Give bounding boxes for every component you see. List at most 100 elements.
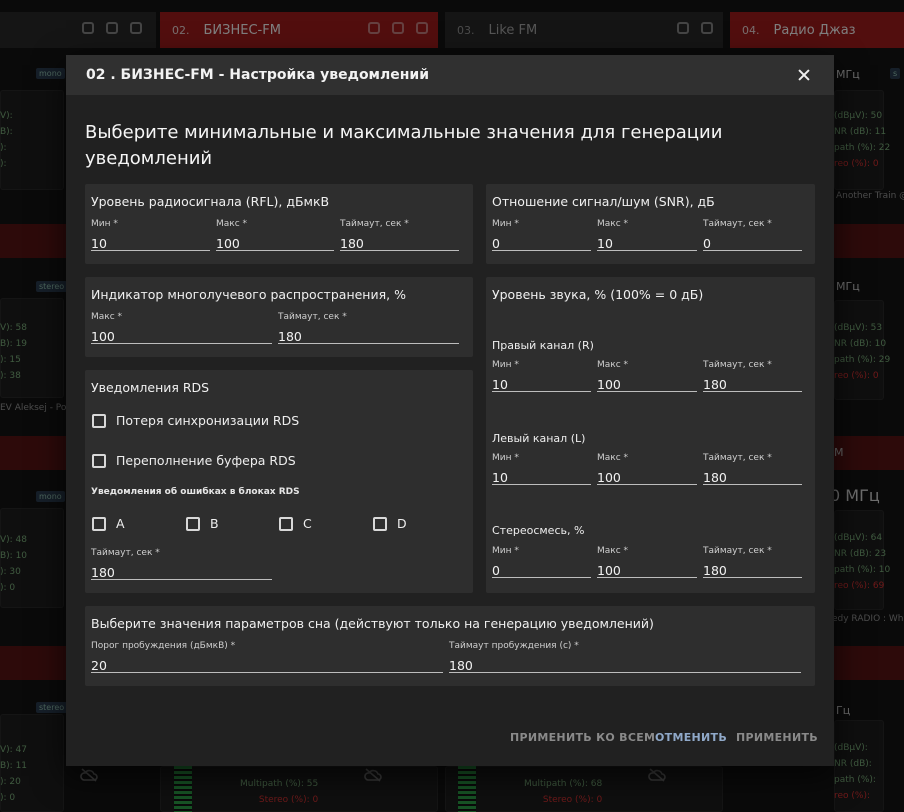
field-label: Таймаут, сек * xyxy=(703,546,772,556)
right-max-field[interactable]: Макс * 100 xyxy=(597,360,697,392)
rds-title: Уведомления RDS xyxy=(91,380,210,395)
checkbox-label: Переполнение буфера RDS xyxy=(116,453,296,468)
stereo-mix-title: Стереосмесь, % xyxy=(492,524,585,537)
field-label: Макс * xyxy=(216,219,248,229)
left-channel-title: Левый канал (L) xyxy=(492,432,586,445)
rfl-max-field[interactable]: Макс * 100 xyxy=(216,219,334,251)
checkbox-icon[interactable] xyxy=(92,453,106,468)
field-label: Таймаут пробуждения (с) * xyxy=(449,641,579,651)
field-label: Макс * xyxy=(597,453,629,463)
multipath-timeout-field[interactable]: Таймаут, сек * 180 xyxy=(278,312,459,344)
field-label: Мин * xyxy=(492,219,519,229)
multipath-max-field[interactable]: Макс * 100 xyxy=(91,312,272,344)
field-value[interactable]: 180 xyxy=(703,377,727,392)
snr-timeout-field[interactable]: Таймаут, сек * 0 xyxy=(703,219,802,251)
field-value[interactable]: 100 xyxy=(91,329,115,344)
rds-sync-loss-checkbox[interactable]: Потеря синхронизации RDS xyxy=(92,413,299,428)
field-value[interactable]: 100 xyxy=(216,236,240,251)
rfl-min-field[interactable]: Мин * 10 xyxy=(91,219,210,251)
field-label: Таймаут, сек * xyxy=(703,219,772,229)
field-value[interactable]: 0 xyxy=(492,236,500,251)
left-timeout-field[interactable]: Таймаут, сек * 180 xyxy=(703,453,802,485)
field-label: Мин * xyxy=(492,546,519,556)
field-value[interactable]: 20 xyxy=(91,658,107,673)
checkbox-label: C xyxy=(303,516,312,531)
close-icon[interactable] xyxy=(794,65,814,85)
field-value[interactable]: 0 xyxy=(492,563,500,578)
block-d-checkbox[interactable]: D xyxy=(373,516,407,531)
field-label: Таймаут, сек * xyxy=(340,219,409,229)
multipath-panel: Индикатор многолучевого распространения,… xyxy=(85,277,473,357)
field-label: Мин * xyxy=(492,453,519,463)
field-label: Таймаут, сек * xyxy=(91,548,160,558)
field-value[interactable]: 180 xyxy=(449,658,473,673)
rds-panel: Уведомления RDS Потеря синхронизации RDS… xyxy=(85,370,473,593)
apply-to-all-button[interactable]: ПРИМЕНИТЬ КО ВСЕМ xyxy=(510,731,655,744)
field-label: Таймаут, сек * xyxy=(278,312,347,322)
sound-level-panel: Уровень звука, % (100% = 0 дБ) Правый ка… xyxy=(486,277,815,593)
field-value[interactable]: 0 xyxy=(703,236,711,251)
field-value[interactable]: 180 xyxy=(340,236,364,251)
field-value[interactable]: 100 xyxy=(597,377,621,392)
rfl-timeout-field[interactable]: Таймаут, сек * 180 xyxy=(340,219,459,251)
block-c-checkbox[interactable]: C xyxy=(279,516,312,531)
rds-timeout-field[interactable]: Таймаут, сек * 180 xyxy=(91,548,272,580)
sleep-title: Выберите значения параметров сна (действ… xyxy=(91,616,654,631)
notification-settings-dialog: 02 . БИЗНЕС-FM - Настройка уведомлений В… xyxy=(66,55,834,766)
checkbox-icon[interactable] xyxy=(92,413,106,428)
sleep-panel: Выберите значения параметров сна (действ… xyxy=(85,606,815,686)
apply-button[interactable]: ПРИМЕНИТЬ xyxy=(736,731,818,744)
field-value[interactable]: 180 xyxy=(703,470,727,485)
field-value[interactable]: 100 xyxy=(597,470,621,485)
block-errors-title: Уведомления об ошибках в блоках RDS xyxy=(91,487,300,497)
checkbox-label: D xyxy=(397,516,407,531)
cancel-button[interactable]: ОТМЕНИТЬ xyxy=(655,731,727,744)
field-label: Макс * xyxy=(91,312,123,322)
field-value[interactable]: 180 xyxy=(703,563,727,578)
block-b-checkbox[interactable]: B xyxy=(186,516,219,531)
right-channel-title: Правый канал (R) xyxy=(492,339,594,352)
left-max-field[interactable]: Макс * 100 xyxy=(597,453,697,485)
snr-min-field[interactable]: Мин * 0 xyxy=(492,219,591,251)
rfl-title: Уровень радиосигнала (RFL), дБмкВ xyxy=(91,194,330,209)
checkbox-label: A xyxy=(116,516,125,531)
field-value[interactable]: 10 xyxy=(91,236,107,251)
stereo-timeout-field[interactable]: Таймаут, сек * 180 xyxy=(703,546,802,578)
dialog-title: 02 . БИЗНЕС-FM - Настройка уведомлений xyxy=(86,67,430,83)
field-value[interactable]: 10 xyxy=(492,470,508,485)
field-value[interactable]: 180 xyxy=(91,565,115,580)
wake-timeout-field[interactable]: Таймаут пробуждения (с) * 180 xyxy=(449,641,801,673)
snr-title: Отношение сигнал/шум (SNR), дБ xyxy=(492,194,715,209)
field-value[interactable]: 10 xyxy=(492,377,508,392)
checkbox-label: B xyxy=(210,516,219,531)
field-label: Макс * xyxy=(597,219,629,229)
wake-threshold-field[interactable]: Порог пробуждения (дБмкВ) * 20 xyxy=(91,641,443,673)
field-label: Макс * xyxy=(597,360,629,370)
dialog-heading: Выберите минимальные и максимальные знач… xyxy=(85,122,723,169)
field-label: Макс * xyxy=(597,546,629,556)
right-timeout-field[interactable]: Таймаут, сек * 180 xyxy=(703,360,802,392)
field-label: Мин * xyxy=(492,360,519,370)
rfl-panel: Уровень радиосигнала (RFL), дБмкВ Мин * … xyxy=(85,184,473,264)
left-min-field[interactable]: Мин * 10 xyxy=(492,453,591,485)
snr-max-field[interactable]: Макс * 10 xyxy=(597,219,697,251)
sound-title: Уровень звука, % (100% = 0 дБ) xyxy=(492,287,704,302)
stereo-max-field[interactable]: Макс * 100 xyxy=(597,546,697,578)
checkbox-icon[interactable] xyxy=(92,516,106,531)
block-a-checkbox[interactable]: A xyxy=(92,516,125,531)
checkbox-icon[interactable] xyxy=(186,516,200,531)
field-label: Таймаут, сек * xyxy=(703,360,772,370)
field-label: Таймаут, сек * xyxy=(703,453,772,463)
field-label: Порог пробуждения (дБмкВ) * xyxy=(91,641,236,651)
field-value[interactable]: 100 xyxy=(597,563,621,578)
checkbox-icon[interactable] xyxy=(373,516,387,531)
stereo-min-field[interactable]: Мин * 0 xyxy=(492,546,591,578)
dialog-title-bar: 02 . БИЗНЕС-FM - Настройка уведомлений xyxy=(66,55,834,95)
checkbox-icon[interactable] xyxy=(279,516,293,531)
field-value[interactable]: 180 xyxy=(278,329,302,344)
checkbox-label: Потеря синхронизации RDS xyxy=(116,413,300,428)
field-value[interactable]: 10 xyxy=(597,236,613,251)
right-min-field[interactable]: Мин * 10 xyxy=(492,360,591,392)
rds-buffer-overflow-checkbox[interactable]: Переполнение буфера RDS xyxy=(92,453,296,468)
multipath-title: Индикатор многолучевого распространения,… xyxy=(91,287,406,302)
